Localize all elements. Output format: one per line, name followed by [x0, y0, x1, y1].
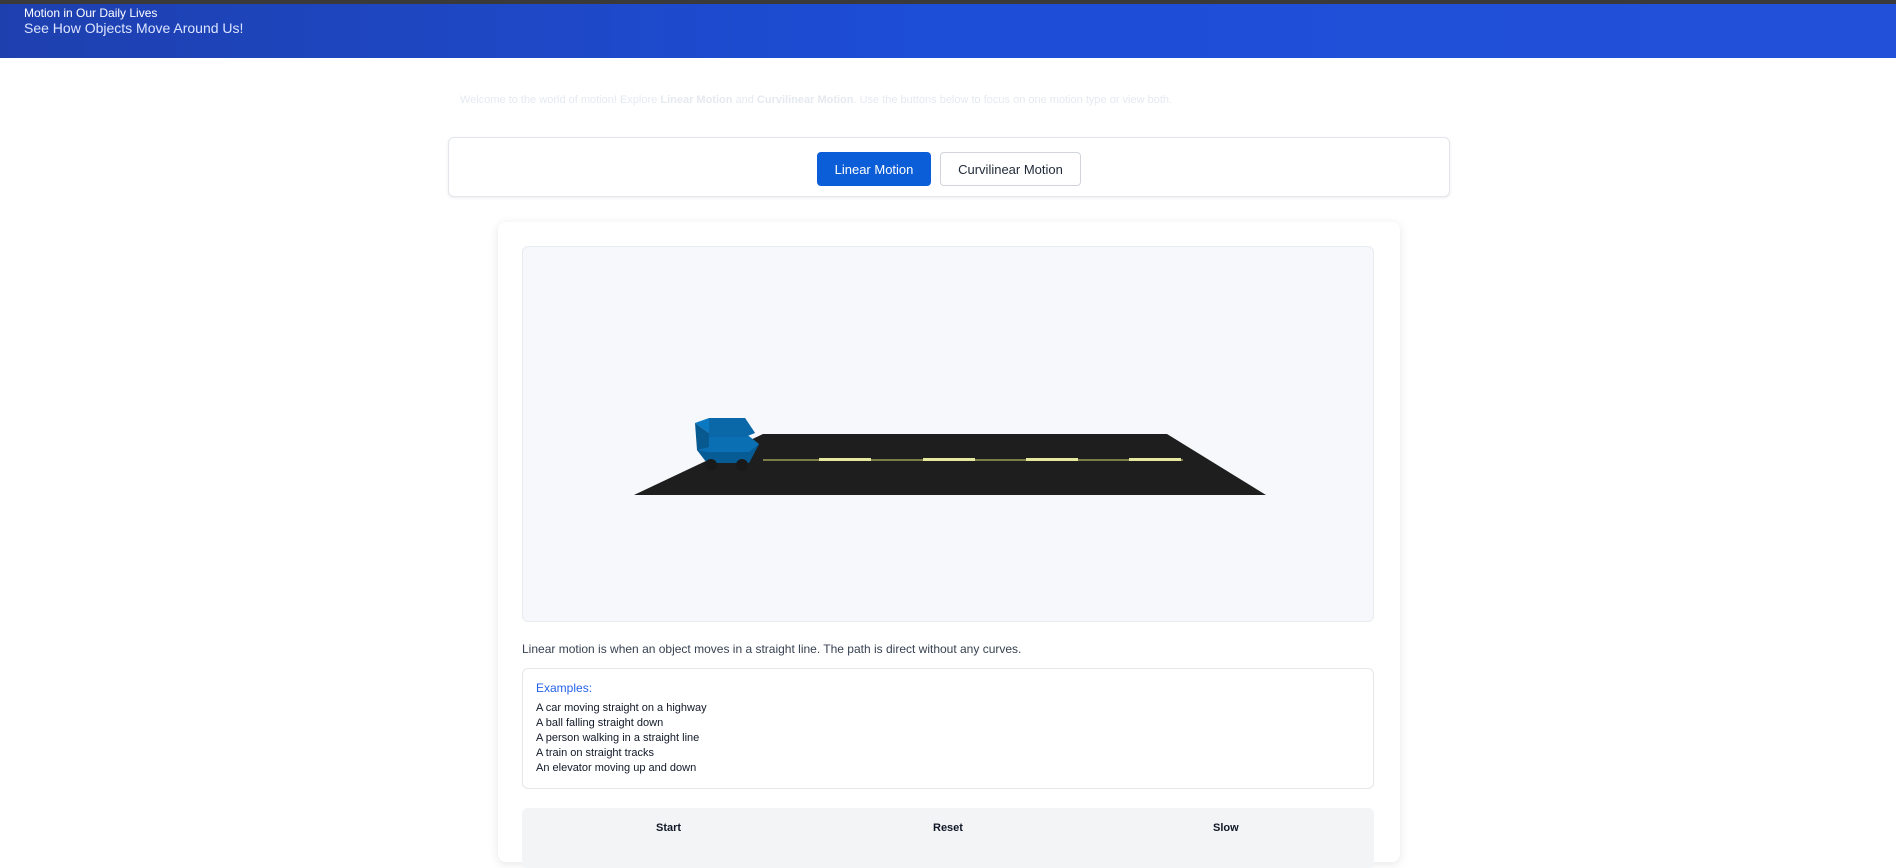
- list-item: A ball falling straight down: [536, 717, 664, 729]
- car-wheel: [736, 459, 748, 471]
- list-item: An elevator moving up and down: [536, 762, 697, 774]
- site-title: Motion in Our Daily Lives: [24, 6, 158, 20]
- examples-box: Examples: A car moving straight on a hig…: [522, 668, 1374, 789]
- site-subtitle: See How Objects Move Around Us!: [24, 20, 244, 36]
- list-item: A person walking in a straight line: [536, 732, 700, 744]
- list-item: A train on straight tracks: [536, 747, 654, 759]
- start-button[interactable]: Start: [656, 822, 681, 834]
- lane-dash: [1129, 458, 1181, 461]
- linear-motion-button[interactable]: Linear Motion: [817, 152, 931, 186]
- motion-description: Linear motion is when an object moves in…: [522, 642, 1022, 656]
- curvilinear-motion-button[interactable]: Curvilinear Motion: [940, 152, 1081, 186]
- car-wheel: [705, 459, 717, 471]
- site-header: Motion in Our Daily Lives See How Object…: [0, 4, 1896, 58]
- list-item: A car moving straight on a highway: [536, 702, 707, 714]
- motion-type-selector: Linear Motion Curvilinear Motion: [448, 137, 1450, 197]
- animation-controls: Start Reset Slow: [522, 808, 1374, 868]
- lane-dash: [1026, 458, 1078, 461]
- slow-button[interactable]: Slow: [1213, 822, 1239, 834]
- intro-curvilinear-emphasis: Curvilinear Motion: [756, 94, 854, 106]
- examples-heading: Examples:: [536, 681, 593, 695]
- intro-linear-emphasis: Linear Motion: [660, 94, 733, 106]
- motion-3d-scene[interactable]: [522, 246, 1374, 622]
- intro-text: Welcome to the world of motion! Explore …: [460, 94, 1173, 106]
- linear-motion-card: Linear motion is when an object moves in…: [498, 222, 1400, 868]
- examples-list: A car moving straight on a highway A bal…: [536, 701, 707, 776]
- road-scene-svg: [634, 418, 1266, 495]
- lane-dash: [819, 458, 871, 461]
- reset-button[interactable]: Reset: [933, 822, 963, 834]
- lane-dash: [923, 458, 975, 461]
